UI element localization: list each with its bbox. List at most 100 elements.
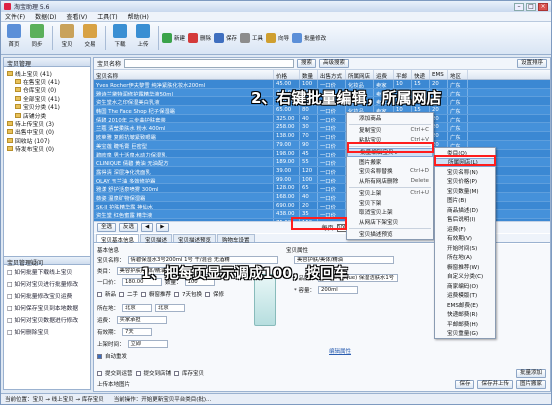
publish-select[interactable]: 立即 — [127, 340, 168, 348]
auto-relist-checkbox[interactable] — [97, 353, 102, 359]
context-menu-item[interactable]: 宝贝下架 — [347, 198, 433, 208]
batch-add-button[interactable]: 批量添加 — [515, 369, 546, 378]
next-page-button[interactable]: ▶ — [156, 223, 169, 232]
toolbar-button-5[interactable]: 下载 — [109, 24, 131, 52]
column-header[interactable]: 出售方式 — [318, 70, 346, 79]
menu-view[interactable]: 查看(V) — [66, 12, 87, 21]
submenu-item[interactable]: 宝贝价格(P) — [435, 177, 495, 187]
menu-help[interactable]: 帮助(H) — [128, 12, 149, 21]
submenu-item[interactable]: 运费模版(T) — [435, 291, 495, 301]
checkbox[interactable] — [174, 291, 180, 297]
context-menu-item[interactable]: 图片搬家 — [347, 157, 433, 167]
toolbar-button-6[interactable]: 上传 — [132, 24, 154, 52]
advanced-search-button[interactable]: 高级搜索 — [319, 59, 350, 68]
toolbar-small-button-4[interactable]: 工具 — [240, 24, 263, 52]
submenu-item[interactable]: 售后说明(I) — [435, 215, 495, 225]
editor-button[interactable]: 保存 — [455, 380, 475, 389]
submenu-item[interactable]: 运费(F) — [435, 224, 495, 234]
checkbox[interactable] — [119, 291, 125, 297]
submenu-item[interactable]: 商家编码(O) — [435, 281, 495, 291]
checkbox[interactable] — [135, 370, 141, 376]
edit-props-link[interactable]: 编辑属性 — [329, 347, 351, 355]
checkbox[interactable] — [97, 291, 102, 297]
table-row[interactable]: 倩碧 2010年 三步曲护肤套装325.0040一口价化妆品卖家101520广东 — [94, 114, 550, 124]
help-link[interactable]: □ 如何批量修改宝贝运费 — [4, 289, 90, 301]
column-header[interactable]: 运费 — [374, 70, 394, 79]
toolbar-button-3[interactable]: 宝贝 — [56, 24, 78, 52]
column-header[interactable]: 数量 — [300, 70, 318, 79]
submenu-item[interactable]: 商品描述(D) — [435, 205, 495, 215]
editor-button[interactable]: 图片搬家 — [515, 380, 546, 389]
freight-select[interactable]: 买家承担 — [116, 316, 167, 324]
tree-item[interactable]: 待发布宝贝 (0) — [7, 145, 87, 153]
invert-select-button[interactable]: 反选 — [119, 223, 139, 232]
help-link[interactable]: □ 如何批量下载线上宝贝 — [4, 265, 90, 277]
submenu-item[interactable]: 图片(B) — [435, 196, 495, 206]
tab-2[interactable]: 宝贝描述 — [140, 234, 173, 244]
toolbar-small-button-2[interactable]: 删除 — [188, 24, 211, 52]
checkbox[interactable] — [174, 370, 180, 376]
tab-3[interactable]: 宝贝描述预览 — [173, 234, 217, 244]
submenu-item[interactable]: 快递邮费(R) — [435, 310, 495, 320]
editor-button[interactable]: 保存并上传 — [477, 380, 513, 389]
column-header[interactable]: 地区 — [448, 70, 468, 79]
toolbar-button-1[interactable]: 首页 — [3, 24, 25, 52]
help-link[interactable]: □ 如何删除宝贝 — [4, 325, 90, 337]
submenu-item[interactable]: 所在地(A) — [435, 253, 495, 263]
tree-item[interactable]: 宝贝分类 (41) — [7, 103, 87, 111]
submenu-item[interactable]: 宝贝名称(N) — [435, 167, 495, 177]
sort-settings-button[interactable]: 设置排序 — [516, 59, 547, 68]
help-link[interactable]: □ 如何保存宝贝到本地数据 — [4, 301, 90, 313]
search-input[interactable] — [124, 59, 295, 68]
menu-file[interactable]: 文件(F) — [5, 12, 25, 21]
size-field[interactable]: 200ml — [318, 286, 358, 294]
context-menu-item[interactable]: 宝贝描述预览 — [347, 230, 433, 240]
context-menu-item[interactable]: 添加商品 — [347, 113, 433, 123]
column-header[interactable]: 宝贝名称 — [94, 70, 274, 79]
checkbox[interactable] — [205, 291, 211, 297]
context-menu-item[interactable]: 从网店下架宝贝 — [347, 217, 433, 227]
toolbar-button-2[interactable]: 同步 — [26, 24, 48, 52]
table-row[interactable]: 兰蔻 清莹柔肤水 粉水 400ml258.0030一口价化妆品卖家101520广… — [94, 123, 550, 133]
close-button[interactable]: × — [538, 2, 548, 11]
tab-1[interactable]: 宝贝基本信息 — [96, 234, 140, 244]
checkbox[interactable] — [141, 291, 147, 297]
checkbox[interactable] — [97, 370, 102, 376]
city-select[interactable]: 北京 — [155, 304, 186, 312]
context-menu-item[interactable]: 从所有网店删除 Delete — [347, 176, 433, 186]
toolbar-button-4[interactable]: 交易 — [79, 24, 101, 52]
submenu-item[interactable]: 平邮邮费(H) — [435, 319, 495, 329]
toolbar-small-button-5[interactable]: 向导 — [266, 24, 289, 52]
submenu-item[interactable]: 宝贝重量(G) — [435, 329, 495, 339]
column-header[interactable]: 所属网店 — [346, 70, 374, 79]
context-menu-item[interactable]: 宝贝名称替换 Ctrl+D — [347, 167, 433, 177]
search-button[interactable]: 搜索 — [297, 59, 317, 68]
submenu-item[interactable]: 橱窗推荐(W) — [435, 262, 495, 272]
tab-4[interactable]: 购物车设置 — [217, 234, 255, 244]
column-header[interactable]: 平邮 — [394, 70, 412, 79]
context-menu-item[interactable]: 宝贝上架 Ctrl+U — [347, 189, 433, 199]
prev-page-button[interactable]: ◀ — [141, 223, 154, 232]
column-header[interactable]: 价格 — [274, 70, 300, 79]
submenu-item[interactable]: 宝贝数量(M) — [435, 186, 495, 196]
valid-select[interactable]: 7天 — [122, 328, 153, 336]
minimize-button[interactable]: – — [514, 2, 524, 11]
submenu-item[interactable]: 开始时间(S) — [435, 243, 495, 253]
select-all-button[interactable]: 全选 — [97, 223, 117, 232]
column-header[interactable]: EMS — [430, 70, 448, 79]
menu-data[interactable]: 数据(D) — [35, 12, 56, 21]
help-link[interactable]: □ 如何对宝贝进行批量修改 — [4, 277, 90, 289]
column-header[interactable]: 快递 — [412, 70, 430, 79]
help-link[interactable]: □ 如何对宝贝数据进行修改 — [4, 313, 90, 325]
menu-tools[interactable]: 工具(T) — [97, 12, 117, 21]
submenu-item[interactable]: EMS邮费(E) — [435, 300, 495, 310]
context-menu-item[interactable]: 取消宝贝上架 — [347, 208, 433, 218]
maximize-button[interactable]: □ — [526, 2, 536, 11]
submenu-item[interactable]: 自定义分类(C) — [435, 272, 495, 282]
submenu-item[interactable]: 有效期(V) — [435, 234, 495, 244]
table-row[interactable]: 欧莱雅 复颜抗皱紧致眼霜138.0070一口价化妆品卖家101520广东 — [94, 132, 550, 141]
toolbar-small-button-1[interactable]: 新建 — [162, 24, 185, 52]
toolbar-small-button-3[interactable]: 保存 — [214, 24, 237, 52]
toolbar-small-button-6[interactable]: 批量修改 — [292, 24, 326, 52]
context-menu-item[interactable]: 复制宝贝 Ctrl+C — [347, 126, 433, 136]
